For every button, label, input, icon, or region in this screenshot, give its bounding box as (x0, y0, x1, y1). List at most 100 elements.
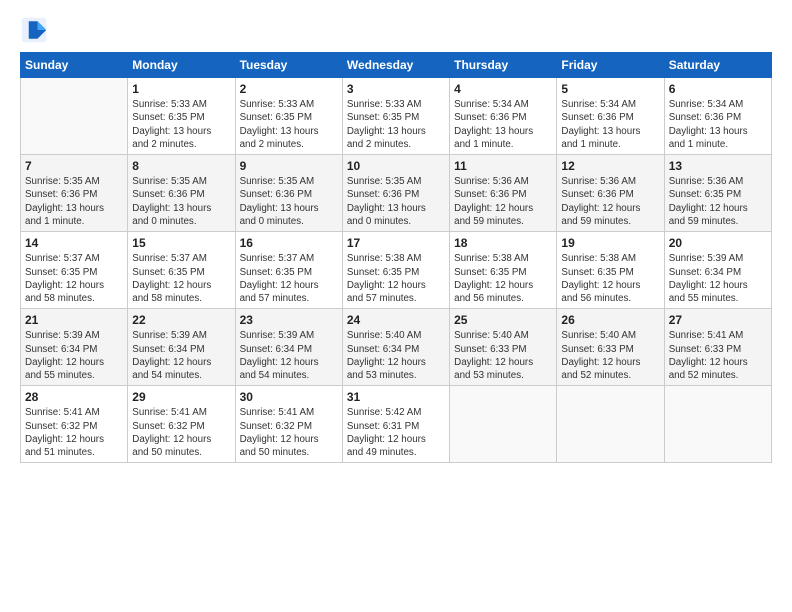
day-number: 16 (240, 235, 338, 251)
day-info: Sunrise: 5:40 AM Sunset: 6:33 PM Dayligh… (454, 329, 552, 382)
calendar-week-row: 7Sunrise: 5:35 AM Sunset: 6:36 PM Daylig… (21, 155, 772, 232)
day-number: 7 (25, 158, 123, 174)
day-number: 10 (347, 158, 445, 174)
day-number: 6 (669, 81, 767, 97)
day-number: 12 (561, 158, 659, 174)
calendar-week-row: 28Sunrise: 5:41 AM Sunset: 6:32 PM Dayli… (21, 386, 772, 463)
day-info: Sunrise: 5:38 AM Sunset: 6:35 PM Dayligh… (454, 252, 552, 305)
calendar-cell: 27Sunrise: 5:41 AM Sunset: 6:33 PM Dayli… (664, 309, 771, 386)
day-number: 4 (454, 81, 552, 97)
calendar-cell: 1Sunrise: 5:33 AM Sunset: 6:35 PM Daylig… (128, 78, 235, 155)
calendar-cell: 8Sunrise: 5:35 AM Sunset: 6:36 PM Daylig… (128, 155, 235, 232)
weekday-header: Sunday (21, 53, 128, 78)
day-number: 17 (347, 235, 445, 251)
day-info: Sunrise: 5:37 AM Sunset: 6:35 PM Dayligh… (240, 252, 338, 305)
calendar-cell: 17Sunrise: 5:38 AM Sunset: 6:35 PM Dayli… (342, 232, 449, 309)
header (20, 16, 772, 44)
calendar-cell: 28Sunrise: 5:41 AM Sunset: 6:32 PM Dayli… (21, 386, 128, 463)
day-info: Sunrise: 5:37 AM Sunset: 6:35 PM Dayligh… (132, 252, 230, 305)
day-info: Sunrise: 5:35 AM Sunset: 6:36 PM Dayligh… (347, 175, 445, 228)
day-info: Sunrise: 5:41 AM Sunset: 6:32 PM Dayligh… (240, 406, 338, 459)
calendar-cell: 29Sunrise: 5:41 AM Sunset: 6:32 PM Dayli… (128, 386, 235, 463)
calendar-cell: 18Sunrise: 5:38 AM Sunset: 6:35 PM Dayli… (450, 232, 557, 309)
calendar-cell: 23Sunrise: 5:39 AM Sunset: 6:34 PM Dayli… (235, 309, 342, 386)
calendar-cell: 20Sunrise: 5:39 AM Sunset: 6:34 PM Dayli… (664, 232, 771, 309)
calendar-cell: 19Sunrise: 5:38 AM Sunset: 6:35 PM Dayli… (557, 232, 664, 309)
day-number: 20 (669, 235, 767, 251)
calendar-cell: 7Sunrise: 5:35 AM Sunset: 6:36 PM Daylig… (21, 155, 128, 232)
calendar-cell: 2Sunrise: 5:33 AM Sunset: 6:35 PM Daylig… (235, 78, 342, 155)
day-info: Sunrise: 5:34 AM Sunset: 6:36 PM Dayligh… (669, 98, 767, 151)
day-info: Sunrise: 5:33 AM Sunset: 6:35 PM Dayligh… (240, 98, 338, 151)
logo-icon (20, 16, 48, 44)
day-info: Sunrise: 5:39 AM Sunset: 6:34 PM Dayligh… (132, 329, 230, 382)
day-info: Sunrise: 5:41 AM Sunset: 6:33 PM Dayligh… (669, 329, 767, 382)
calendar-table: SundayMondayTuesdayWednesdayThursdayFrid… (20, 52, 772, 463)
day-info: Sunrise: 5:36 AM Sunset: 6:35 PM Dayligh… (669, 175, 767, 228)
day-info: Sunrise: 5:37 AM Sunset: 6:35 PM Dayligh… (25, 252, 123, 305)
day-number: 5 (561, 81, 659, 97)
day-info: Sunrise: 5:35 AM Sunset: 6:36 PM Dayligh… (25, 175, 123, 228)
calendar-cell: 11Sunrise: 5:36 AM Sunset: 6:36 PM Dayli… (450, 155, 557, 232)
day-number: 18 (454, 235, 552, 251)
calendar-cell: 3Sunrise: 5:33 AM Sunset: 6:35 PM Daylig… (342, 78, 449, 155)
calendar-cell: 21Sunrise: 5:39 AM Sunset: 6:34 PM Dayli… (21, 309, 128, 386)
day-number: 31 (347, 389, 445, 405)
day-info: Sunrise: 5:33 AM Sunset: 6:35 PM Dayligh… (347, 98, 445, 151)
day-number: 27 (669, 312, 767, 328)
page: SundayMondayTuesdayWednesdayThursdayFrid… (0, 0, 792, 612)
day-info: Sunrise: 5:39 AM Sunset: 6:34 PM Dayligh… (25, 329, 123, 382)
calendar-week-row: 14Sunrise: 5:37 AM Sunset: 6:35 PM Dayli… (21, 232, 772, 309)
weekday-header: Friday (557, 53, 664, 78)
day-number: 11 (454, 158, 552, 174)
calendar-cell: 30Sunrise: 5:41 AM Sunset: 6:32 PM Dayli… (235, 386, 342, 463)
calendar-cell: 25Sunrise: 5:40 AM Sunset: 6:33 PM Dayli… (450, 309, 557, 386)
day-info: Sunrise: 5:40 AM Sunset: 6:34 PM Dayligh… (347, 329, 445, 382)
calendar-cell: 6Sunrise: 5:34 AM Sunset: 6:36 PM Daylig… (664, 78, 771, 155)
calendar-cell: 31Sunrise: 5:42 AM Sunset: 6:31 PM Dayli… (342, 386, 449, 463)
day-number: 30 (240, 389, 338, 405)
day-info: Sunrise: 5:38 AM Sunset: 6:35 PM Dayligh… (347, 252, 445, 305)
day-info: Sunrise: 5:40 AM Sunset: 6:33 PM Dayligh… (561, 329, 659, 382)
day-number: 23 (240, 312, 338, 328)
calendar-cell: 14Sunrise: 5:37 AM Sunset: 6:35 PM Dayli… (21, 232, 128, 309)
calendar-cell: 24Sunrise: 5:40 AM Sunset: 6:34 PM Dayli… (342, 309, 449, 386)
calendar-cell: 9Sunrise: 5:35 AM Sunset: 6:36 PM Daylig… (235, 155, 342, 232)
calendar-cell: 16Sunrise: 5:37 AM Sunset: 6:35 PM Dayli… (235, 232, 342, 309)
day-info: Sunrise: 5:39 AM Sunset: 6:34 PM Dayligh… (240, 329, 338, 382)
weekday-header: Saturday (664, 53, 771, 78)
logo (20, 16, 52, 44)
day-number: 13 (669, 158, 767, 174)
day-number: 29 (132, 389, 230, 405)
day-info: Sunrise: 5:41 AM Sunset: 6:32 PM Dayligh… (25, 406, 123, 459)
day-number: 21 (25, 312, 123, 328)
day-info: Sunrise: 5:35 AM Sunset: 6:36 PM Dayligh… (240, 175, 338, 228)
calendar-cell (664, 386, 771, 463)
day-number: 3 (347, 81, 445, 97)
calendar-cell (450, 386, 557, 463)
calendar-cell: 12Sunrise: 5:36 AM Sunset: 6:36 PM Dayli… (557, 155, 664, 232)
day-info: Sunrise: 5:34 AM Sunset: 6:36 PM Dayligh… (454, 98, 552, 151)
calendar-cell (557, 386, 664, 463)
calendar-cell: 5Sunrise: 5:34 AM Sunset: 6:36 PM Daylig… (557, 78, 664, 155)
weekday-header: Monday (128, 53, 235, 78)
day-number: 15 (132, 235, 230, 251)
day-number: 22 (132, 312, 230, 328)
calendar-cell: 26Sunrise: 5:40 AM Sunset: 6:33 PM Dayli… (557, 309, 664, 386)
day-number: 14 (25, 235, 123, 251)
calendar-week-row: 1Sunrise: 5:33 AM Sunset: 6:35 PM Daylig… (21, 78, 772, 155)
day-number: 9 (240, 158, 338, 174)
day-number: 2 (240, 81, 338, 97)
day-info: Sunrise: 5:34 AM Sunset: 6:36 PM Dayligh… (561, 98, 659, 151)
calendar-cell: 4Sunrise: 5:34 AM Sunset: 6:36 PM Daylig… (450, 78, 557, 155)
calendar-week-row: 21Sunrise: 5:39 AM Sunset: 6:34 PM Dayli… (21, 309, 772, 386)
weekday-header: Thursday (450, 53, 557, 78)
day-info: Sunrise: 5:39 AM Sunset: 6:34 PM Dayligh… (669, 252, 767, 305)
day-number: 19 (561, 235, 659, 251)
calendar-header-row: SundayMondayTuesdayWednesdayThursdayFrid… (21, 53, 772, 78)
day-info: Sunrise: 5:35 AM Sunset: 6:36 PM Dayligh… (132, 175, 230, 228)
day-info: Sunrise: 5:42 AM Sunset: 6:31 PM Dayligh… (347, 406, 445, 459)
calendar-cell: 10Sunrise: 5:35 AM Sunset: 6:36 PM Dayli… (342, 155, 449, 232)
calendar-cell (21, 78, 128, 155)
day-number: 8 (132, 158, 230, 174)
